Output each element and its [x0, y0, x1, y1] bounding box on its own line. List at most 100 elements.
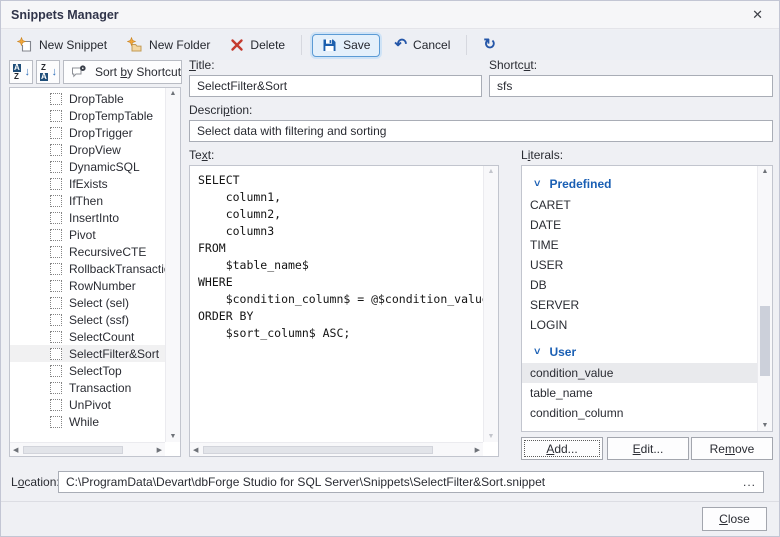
- scroll-right-icon[interactable]: ▶: [475, 446, 480, 454]
- checkbox[interactable]: [50, 160, 62, 173]
- tree-item-selected[interactable]: SelectFilter&Sort: [10, 345, 165, 362]
- checkbox[interactable]: [50, 194, 62, 207]
- literals-vertical-scrollbar[interactable]: ▲ ▼: [757, 166, 772, 431]
- refresh-button[interactable]: ↻: [473, 34, 506, 56]
- checkbox[interactable]: [50, 211, 62, 224]
- checkbox[interactable]: [50, 143, 62, 156]
- scroll-down-icon[interactable]: ▼: [484, 433, 498, 440]
- toolbar: New Snippet New Folder Delete Save ↶ Can…: [1, 30, 779, 60]
- description-input[interactable]: Select data with filtering and sorting: [189, 120, 773, 142]
- tree-item[interactable]: DropTempTable: [10, 107, 165, 124]
- checkbox[interactable]: [50, 398, 62, 411]
- sort-ascending-button[interactable]: A Z ↓: [9, 60, 33, 84]
- text-horizontal-scrollbar[interactable]: ◀ ▶: [190, 442, 483, 456]
- scroll-left-icon[interactable]: ◀: [193, 446, 198, 454]
- shortcut-input[interactable]: sfs: [489, 75, 773, 97]
- tree-item[interactable]: RollbackTransaction: [10, 260, 165, 277]
- scroll-right-icon[interactable]: ▶: [157, 446, 162, 454]
- checkbox[interactable]: [50, 381, 62, 394]
- scroll-left-icon[interactable]: ◀: [13, 446, 18, 454]
- chevron-down-icon: ˅: [534, 346, 541, 358]
- scrollbar-thumb[interactable]: [23, 445, 124, 454]
- sort-by-shortcut-toggle[interactable]: Sort by Shortcut: [63, 60, 182, 84]
- close-icon[interactable]: ✕: [746, 5, 769, 25]
- scroll-up-icon[interactable]: ▲: [484, 168, 498, 175]
- tree-item[interactable]: UnPivot: [10, 396, 165, 413]
- literal-item[interactable]: table_name: [522, 383, 757, 403]
- scroll-down-icon[interactable]: ▼: [758, 422, 772, 429]
- edit-button[interactable]: Edit...: [607, 437, 689, 460]
- tree-item[interactable]: IfThen: [10, 192, 165, 209]
- cancel-button[interactable]: ↶ Cancel: [384, 34, 460, 56]
- snippet-text-editor[interactable]: SELECT column1, column2, column3 FROM $t…: [189, 165, 499, 457]
- scrollbar-thumb[interactable]: [760, 306, 770, 376]
- new-snippet-button[interactable]: New Snippet: [7, 33, 117, 57]
- chevron-down-icon: ˅: [534, 178, 541, 190]
- literal-item[interactable]: TIME: [522, 235, 757, 255]
- window-title: Snippets Manager: [11, 7, 119, 22]
- literal-item-selected[interactable]: condition_value: [522, 363, 757, 383]
- scroll-down-icon[interactable]: ▼: [166, 433, 180, 440]
- checkbox[interactable]: [50, 92, 62, 105]
- checkbox[interactable]: [50, 279, 62, 292]
- literals-label: Literals:: [521, 148, 564, 162]
- tree-item[interactable]: DropTrigger: [10, 124, 165, 141]
- tree-item[interactable]: DynamicSQL: [10, 158, 165, 175]
- location-path-box[interactable]: C:\ProgramData\Devart\dbForge Studio for…: [58, 471, 764, 493]
- checkbox[interactable]: [50, 177, 62, 190]
- tree-item[interactable]: DropTable: [10, 90, 165, 107]
- literal-item[interactable]: SERVER: [522, 295, 757, 315]
- sort-descending-button[interactable]: Z A ↓: [36, 60, 60, 84]
- literal-item[interactable]: USER: [522, 255, 757, 275]
- text-vertical-scrollbar[interactable]: ▲ ▼: [483, 166, 498, 442]
- checkbox[interactable]: [50, 330, 62, 343]
- checkbox[interactable]: [50, 364, 62, 377]
- checkbox[interactable]: [50, 109, 62, 122]
- tree-vertical-scrollbar[interactable]: ▲ ▼: [165, 88, 180, 442]
- tree-item[interactable]: Pivot: [10, 226, 165, 243]
- checkbox[interactable]: [50, 415, 62, 428]
- literal-item[interactable]: DB: [522, 275, 757, 295]
- checkbox[interactable]: [50, 245, 62, 258]
- scroll-up-icon[interactable]: ▲: [758, 168, 772, 175]
- tree-item[interactable]: SelectTop: [10, 362, 165, 379]
- delete-icon: [230, 38, 244, 52]
- tree-item[interactable]: Transaction: [10, 379, 165, 396]
- tree-item[interactable]: DropView: [10, 141, 165, 158]
- literal-item[interactable]: CARET: [522, 195, 757, 215]
- save-button[interactable]: Save: [312, 33, 381, 57]
- tree-item[interactable]: While: [10, 413, 165, 430]
- text-label: Text:: [189, 148, 215, 162]
- save-label: Save: [343, 38, 371, 52]
- literal-item[interactable]: condition_column: [522, 403, 757, 423]
- tree-item[interactable]: SelectCount: [10, 328, 165, 345]
- new-folder-button[interactable]: New Folder: [117, 33, 220, 57]
- checkbox[interactable]: [50, 313, 62, 326]
- footer-separator: [1, 501, 779, 502]
- literal-item[interactable]: DATE: [522, 215, 757, 235]
- checkbox[interactable]: [50, 296, 62, 309]
- checkbox[interactable]: [50, 262, 62, 275]
- browse-ellipsis-icon[interactable]: ...: [743, 475, 756, 489]
- tree-item[interactable]: InsertInto: [10, 209, 165, 226]
- literal-item[interactable]: LOGIN: [522, 315, 757, 335]
- checkbox[interactable]: [50, 126, 62, 139]
- literals-group-user[interactable]: ˅ User: [522, 341, 757, 363]
- checkbox[interactable]: [50, 228, 62, 241]
- tree-item[interactable]: Select (sel): [10, 294, 165, 311]
- tree-item[interactable]: RecursiveCTE: [10, 243, 165, 260]
- cancel-label: Cancel: [413, 38, 451, 52]
- remove-button[interactable]: Remove: [691, 437, 773, 460]
- close-button[interactable]: Close: [702, 507, 767, 531]
- add-button[interactable]: Add...: [521, 437, 603, 460]
- scroll-up-icon[interactable]: ▲: [166, 90, 180, 97]
- delete-button[interactable]: Delete: [220, 34, 295, 56]
- tree-item[interactable]: IfExists: [10, 175, 165, 192]
- title-input[interactable]: SelectFilter&Sort: [189, 75, 482, 97]
- tree-horizontal-scrollbar[interactable]: ◀ ▶: [10, 442, 165, 456]
- tree-item[interactable]: Select (ssf): [10, 311, 165, 328]
- literals-group-predefined[interactable]: ˅ Predefined: [522, 173, 757, 195]
- scrollbar-thumb[interactable]: [203, 445, 434, 454]
- tree-item[interactable]: RowNumber: [10, 277, 165, 294]
- checkbox[interactable]: [50, 347, 62, 360]
